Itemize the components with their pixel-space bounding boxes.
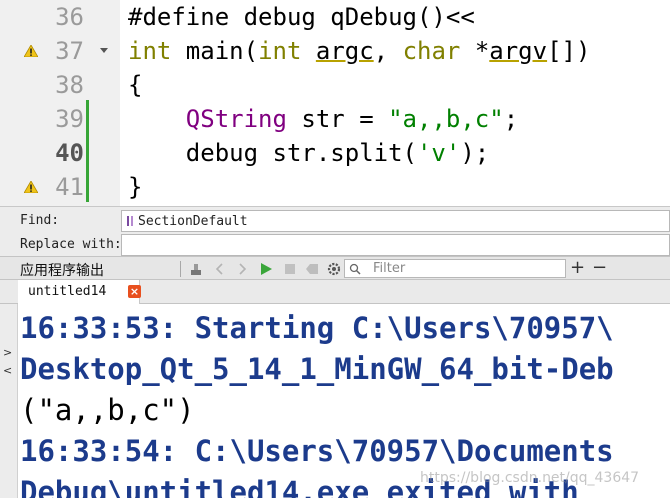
output-tab-strip: untitled14 × bbox=[0, 280, 670, 304]
gutter-line-36: 36 bbox=[0, 0, 120, 34]
attach-debugger-icon[interactable] bbox=[188, 261, 204, 277]
output-line: Desktop_Qt_5_14_1_MinGW_64_bit-Deb bbox=[20, 352, 614, 386]
application-output[interactable]: > < 16:33:53: Starting C:\Users\70957\ D… bbox=[0, 304, 670, 498]
code-line-41: } bbox=[128, 170, 142, 204]
code-text: main( bbox=[171, 37, 259, 65]
code-text: , bbox=[373, 37, 403, 65]
code-line-36: #define debug qDebug()<< bbox=[128, 0, 475, 34]
run-icon[interactable] bbox=[258, 261, 274, 277]
warning-icon[interactable] bbox=[24, 181, 38, 193]
tab-untitled14[interactable]: untitled14 × bbox=[18, 280, 141, 304]
keyword-char: char bbox=[402, 37, 461, 65]
code-text: debug str.split( bbox=[128, 139, 417, 167]
warning-icon[interactable] bbox=[24, 45, 38, 57]
toolbar-separator bbox=[180, 261, 181, 277]
output-line: 16:33:53: Starting C:\Users\70957\ bbox=[20, 311, 614, 345]
find-input[interactable]: SectionDefault bbox=[121, 210, 670, 232]
gutter-line-40: 40 bbox=[0, 136, 120, 170]
line-number-gutter: 36 37 38 39 40 41 bbox=[0, 0, 120, 206]
filter-placeholder: Filter bbox=[373, 261, 406, 276]
find-row: Find: SectionDefault bbox=[0, 209, 670, 233]
code-text: { bbox=[128, 71, 143, 99]
output-line: 16:33:54: C:\Users\70957\Documents bbox=[20, 434, 614, 468]
replace-row: Replace with: bbox=[0, 233, 670, 257]
search-icon bbox=[349, 263, 361, 275]
code-line-40: debug str.split('v'); bbox=[128, 136, 489, 170]
string-literal: "a,,b,c" bbox=[388, 105, 504, 133]
gutter-line-41: 41 bbox=[0, 170, 120, 204]
code-text: * bbox=[460, 37, 490, 65]
code-text: #define debug qDebug()<< bbox=[128, 3, 475, 31]
code-text-area[interactable]: #define debug qDebug()<< int main(int ar… bbox=[128, 0, 670, 206]
keyword-int: int bbox=[128, 37, 172, 65]
chevron-right-icon[interactable]: > bbox=[3, 346, 12, 359]
watermark: https://blog.csdn.net/qq_43647 bbox=[420, 470, 640, 486]
line-number-current: 40 bbox=[55, 139, 84, 167]
line-number: 37 bbox=[55, 37, 84, 65]
line-number: 41 bbox=[55, 173, 84, 201]
output-line: ("a,,b,c") bbox=[20, 393, 195, 427]
find-replace-bar: Find: SectionDefault Replace with: bbox=[0, 206, 670, 256]
line-number: 36 bbox=[55, 3, 84, 31]
close-icon[interactable]: × bbox=[128, 285, 141, 298]
type-qstring: QString bbox=[185, 105, 287, 133]
zoom-in-button[interactable]: + bbox=[570, 257, 585, 279]
char-literal: 'v' bbox=[416, 139, 461, 167]
keyword-int: int bbox=[258, 37, 302, 65]
change-marker-bar bbox=[86, 100, 89, 202]
chevron-right-icon[interactable] bbox=[234, 261, 250, 277]
unused-param-argc: argc bbox=[315, 37, 374, 65]
find-label: Find: bbox=[20, 213, 60, 228]
tab-label: untitled14 bbox=[28, 284, 107, 299]
output-side-strip: > < bbox=[0, 304, 18, 498]
fold-chevron-down-icon[interactable] bbox=[100, 48, 108, 53]
find-options-icon[interactable] bbox=[126, 215, 136, 227]
code-text: } bbox=[128, 173, 143, 201]
line-number: 39 bbox=[55, 105, 84, 133]
gutter-line-39: 39 bbox=[0, 102, 120, 136]
code-text: []) bbox=[547, 37, 591, 65]
code-text: ; bbox=[503, 105, 519, 133]
code-line-37: int main(int argc, char *argv[]) bbox=[128, 34, 590, 68]
code-text: ); bbox=[460, 139, 490, 167]
code-line-39: QString str = "a,,b,c"; bbox=[128, 102, 518, 136]
code-editor[interactable]: 36 37 38 39 40 41 #define debug qDebug()… bbox=[0, 0, 670, 206]
filter-input[interactable]: Filter bbox=[344, 259, 566, 278]
code-text: str = bbox=[286, 105, 389, 133]
chevron-left-icon[interactable] bbox=[212, 261, 228, 277]
output-pane-title: 应用程序输出 bbox=[20, 263, 104, 279]
gutter-line-37: 37 bbox=[0, 34, 120, 68]
chevron-left-icon[interactable]: < bbox=[3, 364, 12, 377]
replace-label: Replace with: bbox=[20, 237, 122, 252]
gutter-line-38: 38 bbox=[0, 68, 120, 102]
code-line-38: { bbox=[128, 68, 142, 102]
replace-input[interactable] bbox=[121, 234, 670, 256]
zoom-out-button[interactable]: − bbox=[592, 257, 607, 279]
stop-icon[interactable] bbox=[282, 261, 298, 277]
clear-output-icon[interactable] bbox=[304, 261, 320, 277]
line-number: 38 bbox=[55, 71, 84, 99]
gear-icon[interactable] bbox=[326, 261, 342, 277]
find-input-value: SectionDefault bbox=[138, 214, 248, 229]
output-pane-toolbar: 应用程序输出 Filter + − bbox=[0, 256, 670, 280]
unused-param-argv: argv bbox=[489, 37, 548, 65]
